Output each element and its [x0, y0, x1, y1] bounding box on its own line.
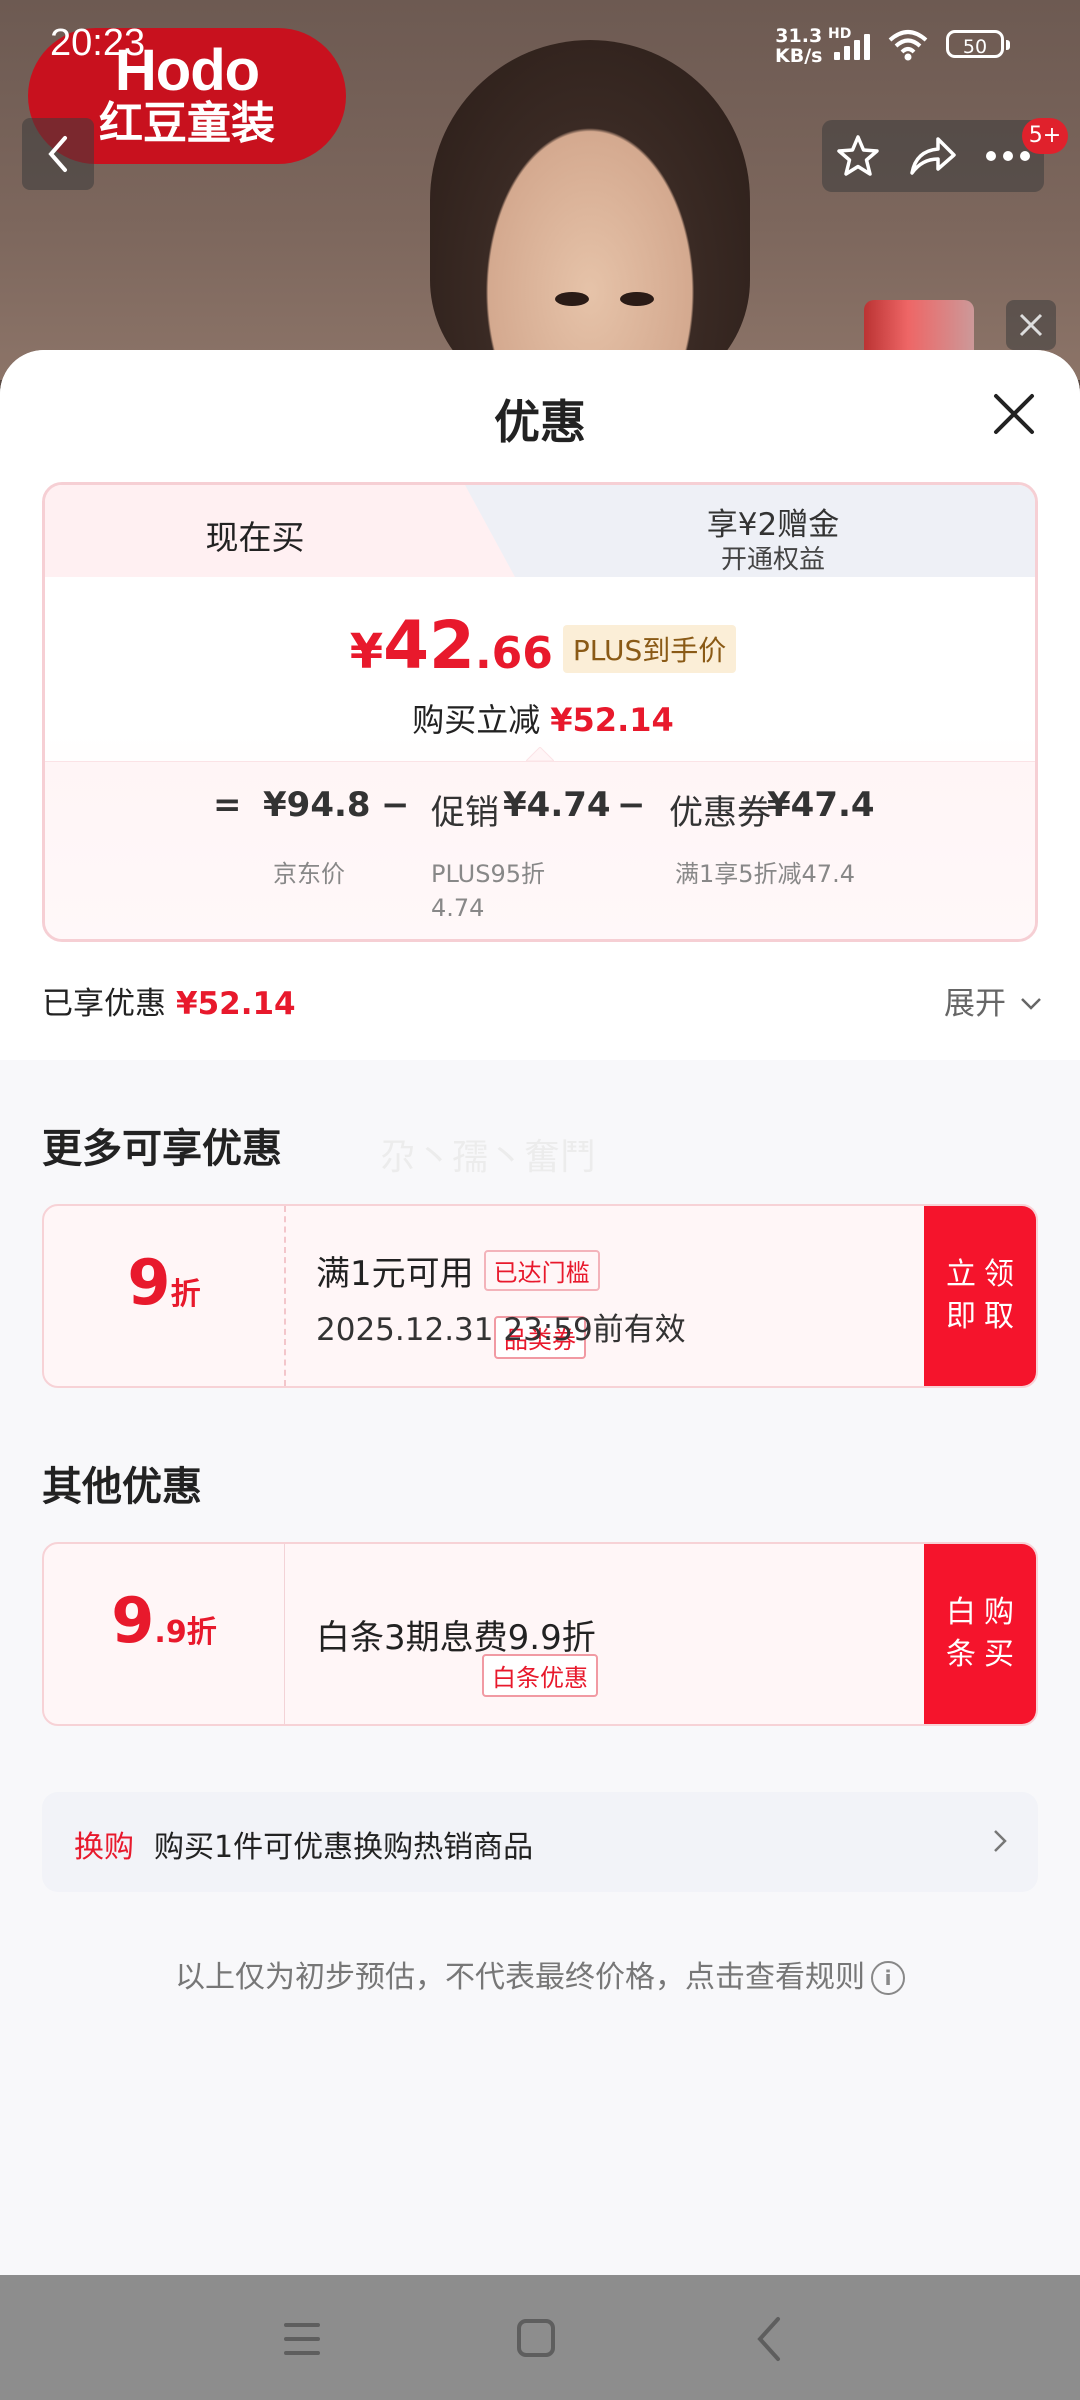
discount-sheet: 优惠 现在买 享¥2赠金 开通权益 ¥42.66 PLUS到手价 购买立减 ¥52.… — [0, 350, 1080, 2275]
chevron-down-icon — [1020, 998, 1041, 1010]
promo-sub: PLUS95折 4.74 — [431, 860, 545, 922]
status-time: 20:23 — [50, 22, 146, 64]
enjoyed-discount-row: 已享优惠 ¥52.14 — [42, 978, 296, 1023]
promo-value: ¥4.74 — [503, 785, 611, 825]
swap-text: 购买1件可优惠换购热销商品 — [154, 1830, 534, 1865]
disclaimer-text: 以上仅为初步预估，不代表最终价格，点击查看规则 — [175, 1960, 865, 1995]
instant-reduce-value: ¥52.14 — [550, 701, 674, 739]
tab-buy-now-label: 现在买 — [205, 518, 305, 557]
final-price: ¥42.66 — [349, 607, 553, 684]
expand-label: 展开 — [944, 986, 1006, 1022]
status-bar: 20:23 31.3 KB/s HD 50 — [0, 0, 1080, 90]
coupon-label: 优惠券 — [669, 793, 771, 833]
system-nav-bar — [0, 2275, 1080, 2400]
top-actions — [822, 120, 1044, 192]
coupon-condition: 满1元可用 已达门槛 — [316, 1246, 600, 1295]
coupon-sub: 满1享5折减47.4 — [675, 860, 855, 888]
back-button[interactable] — [22, 118, 94, 190]
model-eye-right — [620, 292, 654, 306]
favorite-star-icon[interactable] — [835, 133, 881, 179]
baitiao-offer-card[interactable]: 9.9折 白条优惠 白条3期息费9.9折 白条 购买 — [42, 1542, 1038, 1726]
enjoyed-value: ¥52.14 — [176, 986, 296, 1022]
jd-price-label: 京东价 — [273, 860, 345, 888]
baitiao-discount: 9.9折 — [111, 1584, 217, 1657]
info-icon[interactable]: i — [871, 1961, 905, 1995]
baitiao-tag: 白条优惠 — [482, 1654, 598, 1697]
home-icon[interactable] — [506, 2311, 566, 2367]
coupon-discount: 9折 — [127, 1246, 201, 1319]
network-speed-value: 31.3 — [775, 25, 823, 47]
floating-close-icon[interactable] — [1006, 300, 1056, 350]
category-coupon-card[interactable]: 9折 品类券 满1元可用 已达门槛 2025.12.31 23:59前有效 立即领… — [42, 1204, 1038, 1388]
pointer-triangle-icon — [526, 747, 554, 761]
more-offers-title: 更多可享优惠 — [42, 1126, 282, 1172]
back-nav-icon[interactable] — [740, 2311, 800, 2367]
instant-reduce-label: 购买立减 — [412, 701, 541, 739]
baitiao-divider — [284, 1544, 285, 1724]
notification-badge: 5+ — [1022, 118, 1068, 154]
baitiao-description: 白条3期息费9.9折 — [316, 1618, 596, 1658]
jd-price-value: ¥94.8 — [263, 785, 371, 825]
more-icon[interactable] — [985, 149, 1031, 163]
model-eye-left — [555, 292, 589, 306]
back-arrow-icon — [48, 136, 67, 172]
expand-button[interactable]: 展开 — [944, 978, 1042, 1023]
menu-icon[interactable] — [272, 2311, 332, 2367]
final-price-row: ¥42.66 PLUS到手价 — [45, 607, 1035, 684]
tab-plus-benefit-label: 享¥2赠金 — [706, 507, 840, 543]
threshold-met-tag: 已达门槛 — [483, 1250, 600, 1291]
enjoyed-label: 已享优惠 — [42, 986, 166, 1022]
baitiao-buy-button[interactable]: 白条 购买 — [924, 1544, 1036, 1724]
signal-icon — [834, 34, 874, 60]
swap-label: 换购 — [74, 1830, 134, 1865]
claim-coupon-button[interactable]: 立即 领取 — [924, 1206, 1036, 1386]
instant-reduce-row: 购买立减 ¥52.14 — [45, 695, 1035, 741]
other-offers-title: 其他优惠 — [42, 1464, 202, 1510]
chevron-right-icon — [994, 1830, 1007, 1852]
share-icon[interactable] — [908, 133, 958, 179]
wifi-icon — [888, 30, 928, 61]
price-breakdown-card: 现在买 享¥2赠金 开通权益 ¥42.66 PLUS到手价 购买立减 ¥52.14 … — [42, 482, 1038, 942]
swap-purchase-row[interactable]: 换购 购买1件可优惠换购热销商品 — [42, 1792, 1038, 1892]
coupon-divider — [284, 1206, 286, 1386]
coupon-value: ¥47.4 — [767, 785, 875, 825]
calc-minus-1: − — [381, 785, 410, 825]
coupon-validity: 2025.12.31 23:59前有效 — [316, 1312, 686, 1348]
close-icon[interactable] — [990, 390, 1038, 438]
disclaimer[interactable]: 以上仅为初步预估，不代表最终价格，点击查看规则 i — [0, 1952, 1080, 1996]
brand-logo-zh: 红豆童装 — [99, 98, 275, 149]
product-model-photo — [430, 40, 750, 400]
tab-plus-benefit-sublabel: 开通权益 — [720, 545, 825, 575]
promo-label: 促销 — [431, 793, 499, 833]
battery-icon: 50 — [946, 30, 1010, 58]
watermark-text: 尕丶孺丶奮鬥 — [380, 1137, 597, 1178]
network-speed-unit: KB/s — [775, 45, 823, 67]
plus-price-tag: PLUS到手价 — [562, 625, 737, 673]
calc-equals: = — [213, 785, 242, 825]
network-speed: 31.3 KB/s — [775, 26, 822, 66]
sheet-title: 优惠 — [494, 395, 586, 449]
calc-minus-2: − — [617, 785, 646, 825]
